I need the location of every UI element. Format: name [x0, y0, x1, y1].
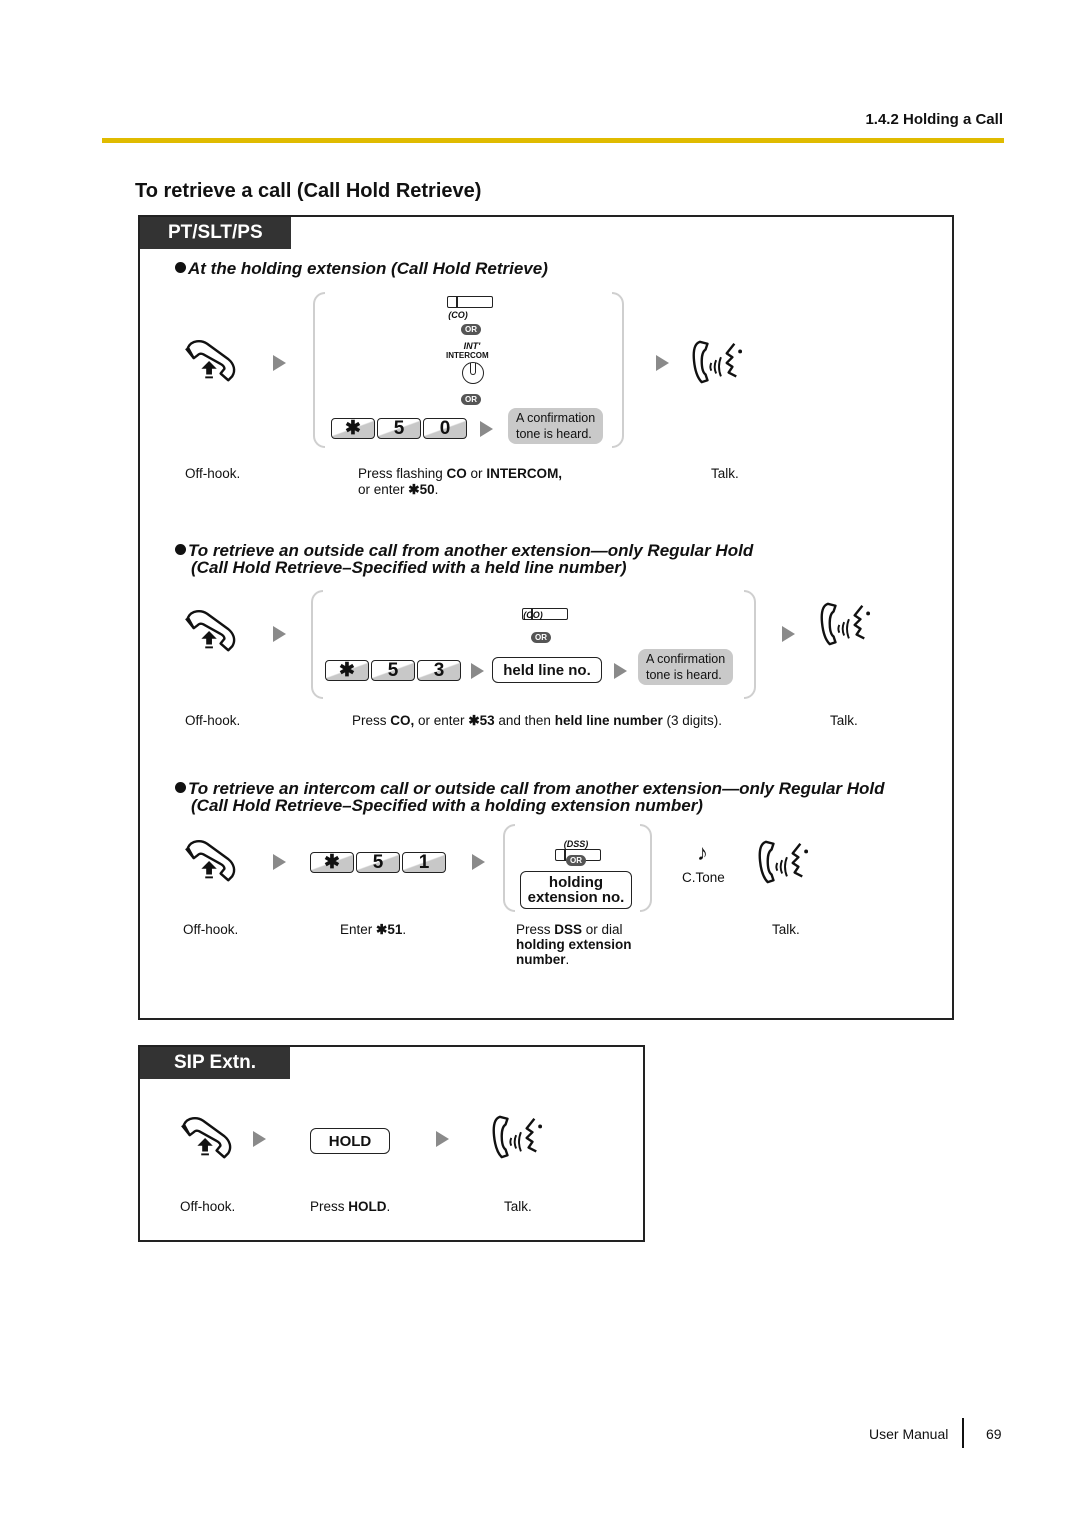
bullet-icon — [175, 262, 186, 273]
footer-divider — [962, 1418, 964, 1448]
caption-off-hook: Off-hook. — [180, 1199, 236, 1214]
int-label: INT' — [463, 341, 481, 351]
arrow-icon — [471, 663, 484, 679]
co-label: (CO) — [523, 610, 543, 620]
arrow-icon — [253, 1131, 266, 1147]
page-number: 69 — [986, 1426, 1002, 1442]
hold-button[interactable]: HOLD — [310, 1128, 390, 1154]
key-star[interactable]: ✱ — [310, 852, 354, 873]
key-5[interactable]: 5 — [377, 418, 421, 439]
bracket-left — [313, 292, 325, 448]
key-0[interactable]: 0 — [423, 418, 467, 439]
procedure-title-holding-extension: At the holding extension (Call Hold Retr… — [175, 260, 548, 277]
header-divider — [102, 138, 1004, 143]
footer-label: User Manual — [869, 1426, 949, 1442]
talk-icon — [690, 338, 748, 386]
bracket-left — [503, 824, 515, 912]
dss-label: (DSS) — [563, 839, 589, 849]
talk-icon — [756, 838, 814, 886]
key-star[interactable]: ✱ — [325, 660, 369, 681]
caption-press-co-held-line: Press CO, or enter ✱53 and then held lin… — [352, 713, 722, 728]
feature-code-keys: ✱ 5 0 — [331, 418, 467, 439]
caption-talk: Talk. — [711, 466, 739, 481]
caption-press-hold: Press HOLD. — [310, 1199, 391, 1214]
arrow-icon — [436, 1131, 449, 1147]
intercom-label: INTERCOM — [446, 351, 489, 360]
or-badge: OR — [461, 324, 481, 335]
key-1[interactable]: 1 — [402, 852, 446, 873]
intercom-dial-icon — [462, 362, 484, 384]
procedure-title-held-line: To retrieve an outside call from another… — [175, 542, 753, 576]
caption-off-hook: Off-hook. — [185, 713, 241, 728]
arrow-icon — [656, 355, 669, 371]
or-badge: OR — [566, 855, 586, 866]
co-key-icon — [447, 296, 493, 308]
caption-talk: Talk. — [830, 713, 858, 728]
off-hook-icon — [182, 608, 240, 656]
holding-extension-number-button[interactable]: holding extension no. — [520, 871, 632, 909]
bracket-right — [744, 590, 756, 699]
caption-talk: Talk. — [772, 922, 800, 937]
off-hook-icon — [182, 338, 240, 386]
arrow-icon — [472, 854, 485, 870]
feature-code-keys: ✱ 5 1 — [310, 852, 446, 873]
arrow-icon — [782, 626, 795, 642]
caption-talk: Talk. — [504, 1199, 532, 1214]
key-5[interactable]: 5 — [371, 660, 415, 681]
caption-press-co-intercom: Press flashing CO or INTERCOM, or enter … — [358, 466, 563, 497]
talk-icon — [490, 1113, 548, 1161]
caption-press-dss: Press DSS or dial holding extension numb… — [516, 922, 632, 967]
section-header: 1.4.2 Holding a Call — [865, 111, 1003, 128]
held-line-number-button[interactable]: held line no. — [492, 657, 602, 683]
arrow-icon — [273, 626, 286, 642]
key-3[interactable]: 3 — [417, 660, 461, 681]
confirmation-tone-bubble: A confirmation tone is heard. — [508, 408, 604, 444]
or-badge: OR — [461, 394, 481, 405]
arrow-icon — [273, 854, 286, 870]
arrow-icon — [273, 355, 286, 371]
caption-off-hook: Off-hook. — [183, 922, 239, 937]
procedure-title-holding-extension-number: To retrieve an intercom call or outside … — [175, 780, 885, 814]
off-hook-icon — [178, 1115, 236, 1163]
confirmation-tone-bubble: A confirmation tone is heard. — [638, 649, 734, 685]
arrow-icon — [614, 663, 627, 679]
panel-tab-pt-slt-ps: PT/SLT/PS — [140, 217, 291, 249]
arrow-icon — [480, 421, 493, 437]
bracket-right — [640, 824, 652, 912]
feature-code-keys: ✱ 5 3 — [325, 660, 461, 681]
off-hook-icon — [182, 838, 240, 886]
panel-tab-sip-extn: SIP Extn. — [140, 1047, 291, 1079]
caption-off-hook: Off-hook. — [185, 466, 241, 481]
ctone-label: C.Tone — [682, 870, 725, 885]
bullet-icon — [175, 782, 186, 793]
bracket-left — [311, 590, 323, 699]
talk-icon — [818, 600, 876, 648]
key-5[interactable]: 5 — [356, 852, 400, 873]
confirmation-tone-icon: ♪ — [697, 840, 708, 865]
or-badge: OR — [531, 632, 551, 643]
caption-enter-code: Enter ✱51. — [340, 922, 407, 937]
bullet-icon — [175, 544, 186, 555]
page-heading: To retrieve a call (Call Hold Retrieve) — [135, 180, 482, 202]
bracket-right — [612, 292, 624, 448]
key-star[interactable]: ✱ — [331, 418, 375, 439]
co-label: (CO) — [448, 310, 468, 320]
